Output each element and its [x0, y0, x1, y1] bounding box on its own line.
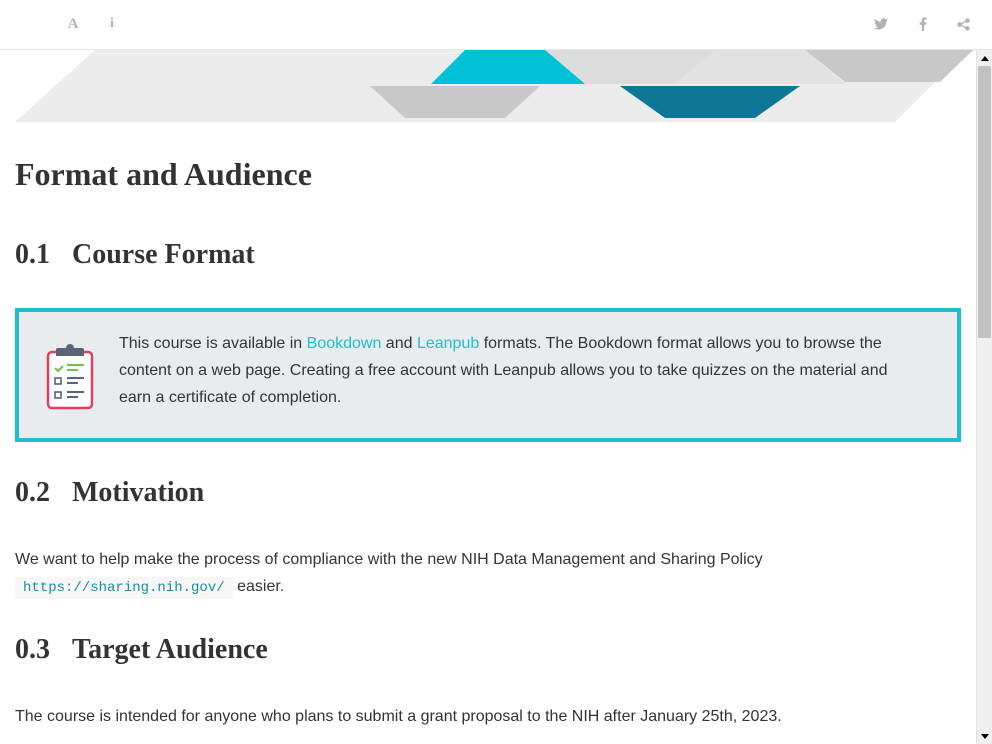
font-settings-button[interactable]: A: [61, 12, 85, 36]
page-title: Format and Audience: [15, 156, 312, 192]
policy-url-code: https://sharing.nih.gov/: [15, 577, 233, 599]
info-button[interactable]: i: [100, 12, 124, 36]
twitter-share-button[interactable]: [869, 12, 893, 36]
scroll-down-arrow[interactable]: [977, 729, 992, 743]
section-number: 0.2: [15, 477, 50, 508]
scroll-up-arrow[interactable]: [977, 51, 992, 65]
section-number: 0.1: [15, 239, 50, 270]
section-title: Target Audience: [72, 634, 268, 665]
vertical-scrollbar[interactable]: [976, 50, 992, 744]
arrow-down-icon: [980, 733, 989, 739]
leanpub-link[interactable]: Leanpub: [417, 335, 479, 352]
share-button[interactable]: [951, 12, 975, 36]
arrow-up-icon: [980, 55, 989, 61]
section-title: Motivation: [72, 477, 205, 508]
clipboard-checklist-icon: [46, 344, 94, 410]
info-callout: This course is available in Bookdown and…: [15, 308, 961, 442]
share-icon: [956, 17, 970, 31]
section-title: Course Format: [72, 239, 255, 270]
audience-paragraph: The course is intended for anyone who pl…: [15, 708, 782, 725]
twitter-icon: [874, 18, 888, 30]
book-toolbar: A i: [0, 0, 992, 50]
facebook-icon: [919, 17, 927, 31]
scroll-thumb[interactable]: [978, 66, 991, 338]
section-heading-target-audience: 0.3 Target Audience: [15, 634, 268, 666]
section-heading-course-format: 0.1 Course Format: [15, 239, 255, 271]
info-icon: i: [110, 16, 114, 31]
book-body: Format and Audience 0.1 Course Format Thi…: [0, 50, 976, 744]
font-a-icon: A: [67, 15, 79, 32]
callout-text: This course is available in Bookdown and…: [119, 335, 888, 406]
section-heading-motivation: 0.2 Motivation: [15, 477, 204, 509]
banner-graphic: [15, 50, 975, 122]
motivation-paragraph: We want to help make the process of comp…: [15, 546, 915, 602]
bookdown-link[interactable]: Bookdown: [307, 335, 382, 352]
facebook-share-button[interactable]: [911, 12, 935, 36]
section-number: 0.3: [15, 634, 50, 665]
